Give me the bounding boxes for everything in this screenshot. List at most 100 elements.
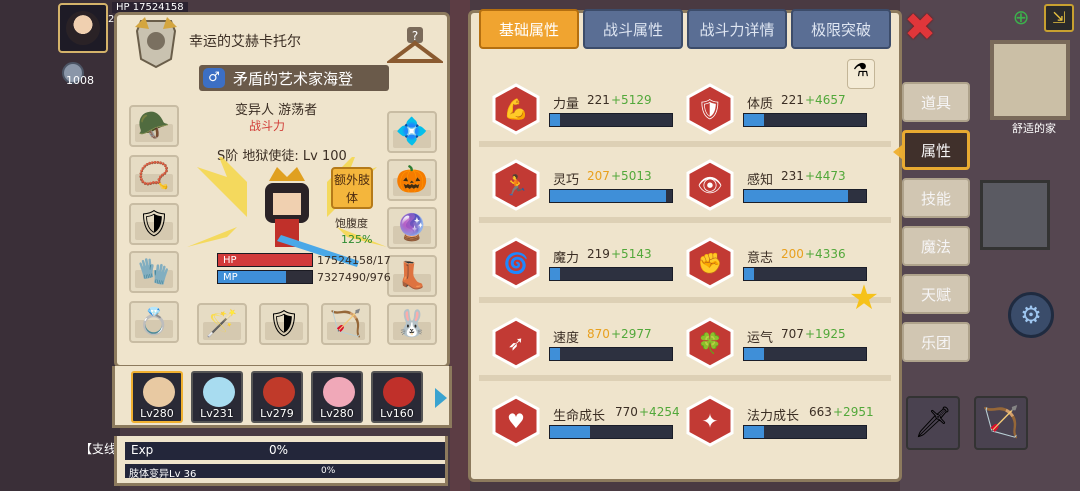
pumpkin-icon: 🎃 — [395, 165, 429, 195]
stat-bar — [549, 267, 673, 281]
svg-text:💪: 💪 — [504, 97, 529, 121]
character-title: 矛盾的艺术家海登 — [233, 69, 354, 88]
stat-base-value: 207 — [587, 169, 610, 183]
pet-level: Lv280 — [140, 407, 174, 420]
stat-bonus-value: +4336 — [805, 247, 846, 261]
stat-bonus-value: +4254 — [639, 405, 680, 419]
star-icon[interactable]: ★ — [847, 281, 881, 315]
will-icon: ✊ — [686, 237, 734, 289]
pet-portrait — [203, 377, 235, 407]
pet-scroll-right-icon[interactable] — [435, 388, 447, 408]
stat-bar-fill — [744, 114, 764, 126]
stat-bonus-value: +5143 — [611, 247, 652, 261]
shield-icon: 🛡 — [267, 309, 301, 339]
pet-portrait — [143, 377, 175, 407]
stat-name: 法力成长 — [747, 409, 800, 424]
pet-level: Lv280 — [320, 407, 354, 420]
pet-slot-5[interactable]: Lv160 — [371, 371, 423, 423]
boots-icon: 👢 — [395, 261, 429, 291]
equip-slot-necklace[interactable]: 📿 — [129, 155, 179, 197]
side-item-items[interactable]: 道具 — [902, 82, 970, 122]
stat-bar-fill — [550, 114, 560, 126]
equip-slot-armor[interactable]: 🛡 — [129, 203, 179, 245]
hp-label: HP — [223, 255, 237, 266]
armor-icon: 🛡 — [137, 209, 171, 239]
combat-power-label: 战斗力 — [249, 119, 286, 133]
stat-bar-fill — [550, 348, 560, 360]
exp-percent: 0% — [269, 443, 289, 457]
hunger-label: 饱腹度 — [335, 217, 368, 230]
limb-mutation-label: 肢体变异Lv 36 — [129, 469, 197, 480]
stats-panel: 基础属性 战斗属性 战斗力详情 极限突破 ⚗ 💪 力量 221 +5129 🛡 体质 221… — [468, 9, 902, 482]
network-icon[interactable]: ⊕ — [1008, 4, 1034, 30]
equip-slot-staff[interactable]: 🪄 — [197, 303, 247, 345]
hp-value: 17524158/17 — [317, 254, 391, 267]
stat-base-value: 219 — [587, 247, 610, 261]
tab-basic-attributes[interactable]: 基础属性 — [479, 9, 579, 49]
settings-gear-icon[interactable]: ⚙ — [1008, 292, 1054, 338]
equip-slot-shield[interactable]: 🛡 — [259, 303, 309, 345]
stat-agility[interactable]: 🏃 灵巧 207 +5013 — [491, 159, 691, 219]
svg-text:🛡: 🛡 — [697, 97, 722, 121]
limb-mutation-bar: 肢体变异Lv 36 0% — [125, 464, 445, 480]
stat-base-value: 231 — [781, 169, 804, 183]
stat-speed[interactable]: ➶ 速度 870 +2977 — [491, 317, 691, 377]
side-quest-label[interactable]: 【支线 — [80, 440, 116, 457]
svg-text:🏃: 🏃 — [504, 173, 529, 197]
stat-life-growth[interactable]: ♥ 生命成长 770 +4254 — [491, 395, 691, 455]
side-item-magic[interactable]: 魔法 — [902, 226, 970, 266]
row-divider — [479, 297, 891, 303]
pet-slot-3[interactable]: Lv279 — [251, 371, 303, 423]
pet-level: Lv279 — [260, 407, 294, 420]
equip-slot-charm[interactable]: 🐰 — [387, 303, 437, 345]
stat-constitution[interactable]: 🛡 体质 221 +4657 — [685, 83, 885, 143]
stat-mana-growth[interactable]: ✦ 法力成长 663 +2951 — [685, 395, 885, 455]
equip-slot-helmet[interactable]: 🪖 — [129, 105, 179, 147]
equip-slot-bow[interactable]: 🏹 — [321, 303, 371, 345]
side-item-attributes[interactable]: 属性 — [893, 130, 970, 170]
character-title-bar: ♂ 矛盾的艺术家海登 — [199, 65, 389, 91]
perception-icon: 👁 — [686, 159, 734, 211]
pet-slot-1[interactable]: Lv280 — [131, 371, 183, 423]
stat-name: 运气 — [747, 331, 774, 346]
player-avatar[interactable] — [58, 3, 108, 53]
pet-slot-4[interactable]: Lv280 — [311, 371, 363, 423]
stat-base-value: 221 — [781, 93, 804, 107]
mp-bar: MP — [217, 270, 313, 284]
stat-bar-fill — [550, 190, 666, 202]
close-icon[interactable]: ✖ — [902, 8, 938, 46]
side-item-skills[interactable]: 技能 — [902, 178, 970, 218]
wardrobe-hanger-icon[interactable]: ? — [387, 25, 443, 69]
equip-slot-accessory[interactable]: 💠 — [387, 111, 437, 153]
bow-skill-button[interactable]: 🏹 — [974, 396, 1028, 450]
mp-label: MP — [223, 272, 238, 283]
pet-slot-2[interactable]: Lv231 — [191, 371, 243, 423]
stat-bar-fill — [550, 426, 591, 438]
stat-perception[interactable]: 👁 感知 231 +4473 — [685, 159, 885, 219]
luck-icon: 🍀 — [686, 317, 734, 369]
tab-limit-break[interactable]: 极限突破 — [791, 9, 891, 49]
pet-portrait — [323, 377, 355, 407]
stat-strength[interactable]: 💪 力量 221 +5129 — [491, 83, 691, 143]
side-item-talents[interactable]: 天赋 — [902, 274, 970, 314]
tab-combat-attributes[interactable]: 战斗属性 — [583, 9, 683, 49]
side-item-band[interactable]: 乐团 — [902, 322, 970, 362]
selected-arrow-icon — [893, 145, 902, 159]
stat-name: 生命成长 — [553, 409, 606, 424]
stat-bar-fill — [744, 348, 764, 360]
stat-magic[interactable]: 🌀 魔力 219 +5143 — [491, 237, 691, 297]
tab-combat-power-details[interactable]: 战斗力详情 — [687, 9, 787, 49]
equip-slot-ring[interactable]: 💍 — [129, 301, 179, 343]
stat-name: 魔力 — [553, 251, 580, 266]
svg-text:✊: ✊ — [698, 251, 723, 275]
sword-skill-button[interactable]: 🗡 — [906, 396, 960, 450]
stat-base-value: 707 — [781, 327, 804, 341]
stat-bar — [743, 113, 867, 127]
amulet-icon: 🔮 — [395, 213, 429, 243]
exit-button[interactable]: ⇲ — [1044, 4, 1074, 32]
extra-limb-button[interactable]: 额外肢体 — [331, 167, 373, 209]
stat-name: 力量 — [553, 97, 580, 112]
svg-text:➶: ➶ — [508, 331, 525, 355]
equip-slot-gloves[interactable]: 🧤 — [129, 251, 179, 293]
stat-luck[interactable]: 🍀 运气 707 +1925 — [685, 317, 885, 377]
